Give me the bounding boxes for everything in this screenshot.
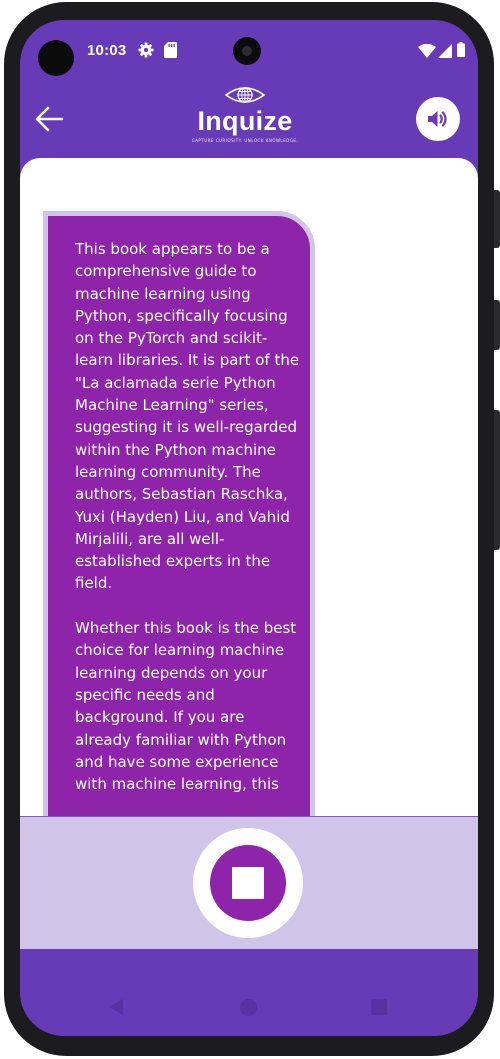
screen: 10:03 Inquize CAPTURE CURIOSITY. UNLOCK … bbox=[20, 20, 478, 1036]
cellular-signal-icon bbox=[438, 43, 452, 62]
volume-button bbox=[494, 410, 500, 550]
logo-tagline: CAPTURE CURIOSITY. UNLOCK KNOWLEDGE. bbox=[191, 138, 299, 143]
message-text: This book appears to be a comprehensive … bbox=[75, 240, 300, 794]
sd-card-icon bbox=[164, 42, 177, 62]
front-camera-left bbox=[38, 40, 74, 76]
volume-up-icon bbox=[428, 111, 447, 127]
nav-recents-square-icon bbox=[371, 999, 387, 1015]
battery-icon bbox=[457, 42, 465, 61]
logo-wordmark: Inquize bbox=[197, 106, 293, 136]
power-button bbox=[494, 300, 500, 350]
status-bar: 10:03 bbox=[20, 20, 478, 82]
eye-globe-logo-icon bbox=[225, 87, 265, 103]
app-logo: Inquize CAPTURE CURIOSITY. UNLOCK KNOWLE… bbox=[190, 84, 300, 158]
status-time: 10:03 bbox=[87, 42, 127, 59]
nav-home-button[interactable] bbox=[240, 999, 257, 1020]
nav-back-triangle-icon bbox=[109, 999, 123, 1015]
stop-button[interactable] bbox=[193, 828, 303, 938]
nav-recents-button[interactable] bbox=[371, 999, 387, 1019]
stop-icon bbox=[232, 867, 264, 899]
wifi-icon bbox=[418, 43, 436, 62]
system-nav-bar bbox=[20, 949, 478, 1036]
app-header: Inquize CAPTURE CURIOSITY. UNLOCK KNOWLE… bbox=[20, 82, 478, 160]
front-camera-center bbox=[233, 37, 261, 65]
side-button-upper bbox=[494, 190, 500, 248]
settings-gear-icon bbox=[138, 42, 154, 62]
back-button[interactable] bbox=[34, 104, 74, 144]
message-bubble: This book appears to be a comprehensive … bbox=[43, 211, 315, 816]
sound-button[interactable] bbox=[416, 97, 460, 141]
control-area bbox=[20, 816, 478, 949]
phone-frame: 10:03 Inquize CAPTURE CURIOSITY. UNLOCK … bbox=[0, 0, 500, 1059]
arrow-left-icon bbox=[35, 106, 64, 132]
stop-button-inner bbox=[210, 845, 286, 921]
nav-home-circle-icon bbox=[240, 999, 257, 1016]
chat-content[interactable]: This book appears to be a comprehensive … bbox=[20, 158, 478, 816]
nav-back-button[interactable] bbox=[108, 998, 124, 1020]
